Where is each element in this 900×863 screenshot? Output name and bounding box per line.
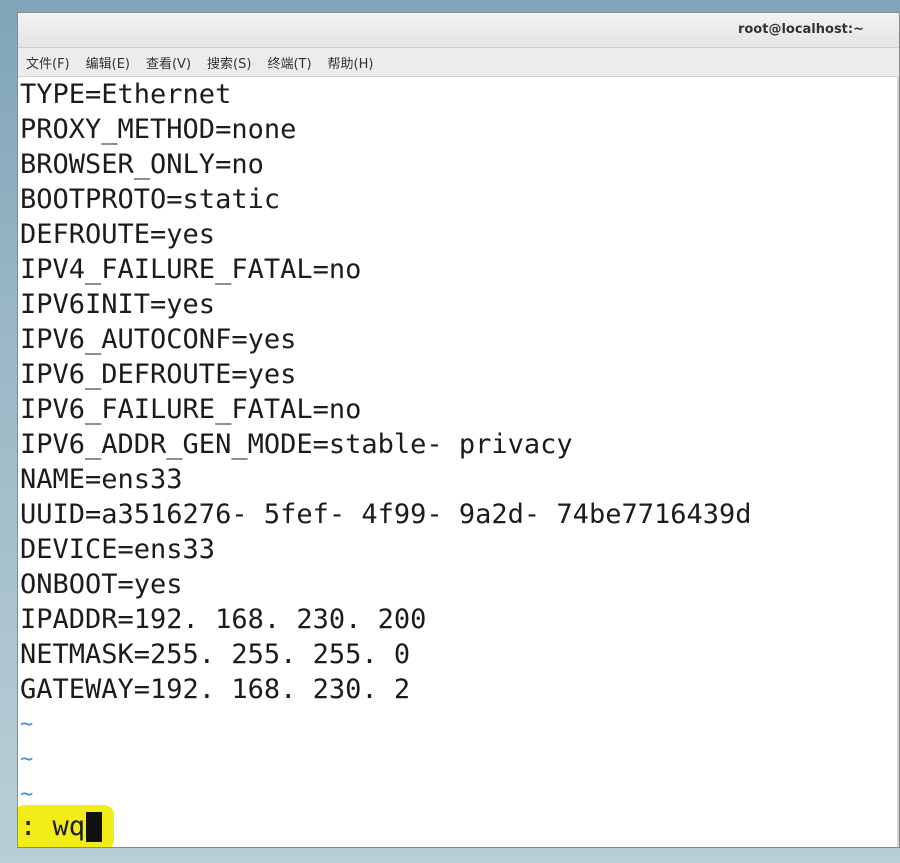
config-line-ipv6-addr-gen-mode: IPV6_ADDR_GEN_MODE=stable- privacy (20, 429, 573, 460)
config-line-type: TYPE=Ethernet (20, 79, 232, 110)
config-line-defroute: DEFROUTE=yes (20, 219, 216, 250)
menu-bar: 文件(F) 编辑(E) 查看(V) 搜索(S) 终端(T) 帮助(H) (18, 48, 899, 77)
terminal-window: root@localhost:~ 文件(F) 编辑(E) 查看(V) 搜索(S)… (17, 12, 900, 848)
empty-line-tilde: ~ (20, 747, 34, 772)
menu-help[interactable]: 帮助(H) (328, 53, 374, 72)
config-line-bootproto: BOOTPROTO=static (20, 184, 281, 215)
config-line-ipaddr: IPADDR=192. 168. 230. 200 (20, 604, 427, 635)
config-line-ipv6-failure-fatal: IPV6_FAILURE_FATAL=no (20, 394, 362, 425)
config-line-gateway: GATEWAY=192. 168. 230. 2 (20, 674, 411, 705)
config-line-ipv6-defroute: IPV6_DEFROUTE=yes (20, 359, 297, 390)
config-line-proxy-method: PROXY_METHOD=none (20, 114, 297, 145)
menu-view[interactable]: 查看(V) (146, 53, 191, 72)
window-title: root@localhost:~ (737, 22, 864, 37)
config-line-browser-only: BROWSER_ONLY=no (20, 149, 264, 180)
vim-command-line[interactable]: : wq (18, 805, 115, 847)
menu-edit[interactable]: 编辑(E) (86, 53, 130, 72)
config-line-ipv6init: IPV6INIT=yes (20, 289, 216, 320)
empty-line-tilde: ~ (20, 712, 34, 737)
scrollbar-track[interactable] (897, 76, 899, 847)
text-cursor (86, 811, 103, 842)
title-bar[interactable]: root@localhost:~ (18, 13, 899, 48)
config-line-uuid: UUID=a3516276- 5fef- 4f99- 9a2d- 74be771… (20, 499, 752, 530)
terminal-content[interactable]: TYPE=Ethernet PROXY_METHOD=none BROWSER_… (18, 77, 899, 847)
menu-file[interactable]: 文件(F) (26, 53, 70, 72)
config-line-netmask: NETMASK=255. 255. 255. 0 (20, 639, 411, 670)
menu-search[interactable]: 搜索(S) (207, 53, 251, 72)
config-line-ipv4-failure-fatal: IPV4_FAILURE_FATAL=no (20, 254, 362, 285)
config-line-ipv6-autoconf: IPV6_AUTOCONF=yes (20, 324, 297, 355)
config-line-name: NAME=ens33 (20, 464, 183, 495)
config-line-onboot: ONBOOT=yes (20, 569, 183, 600)
config-line-device: DEVICE=ens33 (20, 534, 216, 565)
vim-command-text: : wq (20, 811, 86, 842)
menu-terminal[interactable]: 终端(T) (267, 53, 311, 72)
